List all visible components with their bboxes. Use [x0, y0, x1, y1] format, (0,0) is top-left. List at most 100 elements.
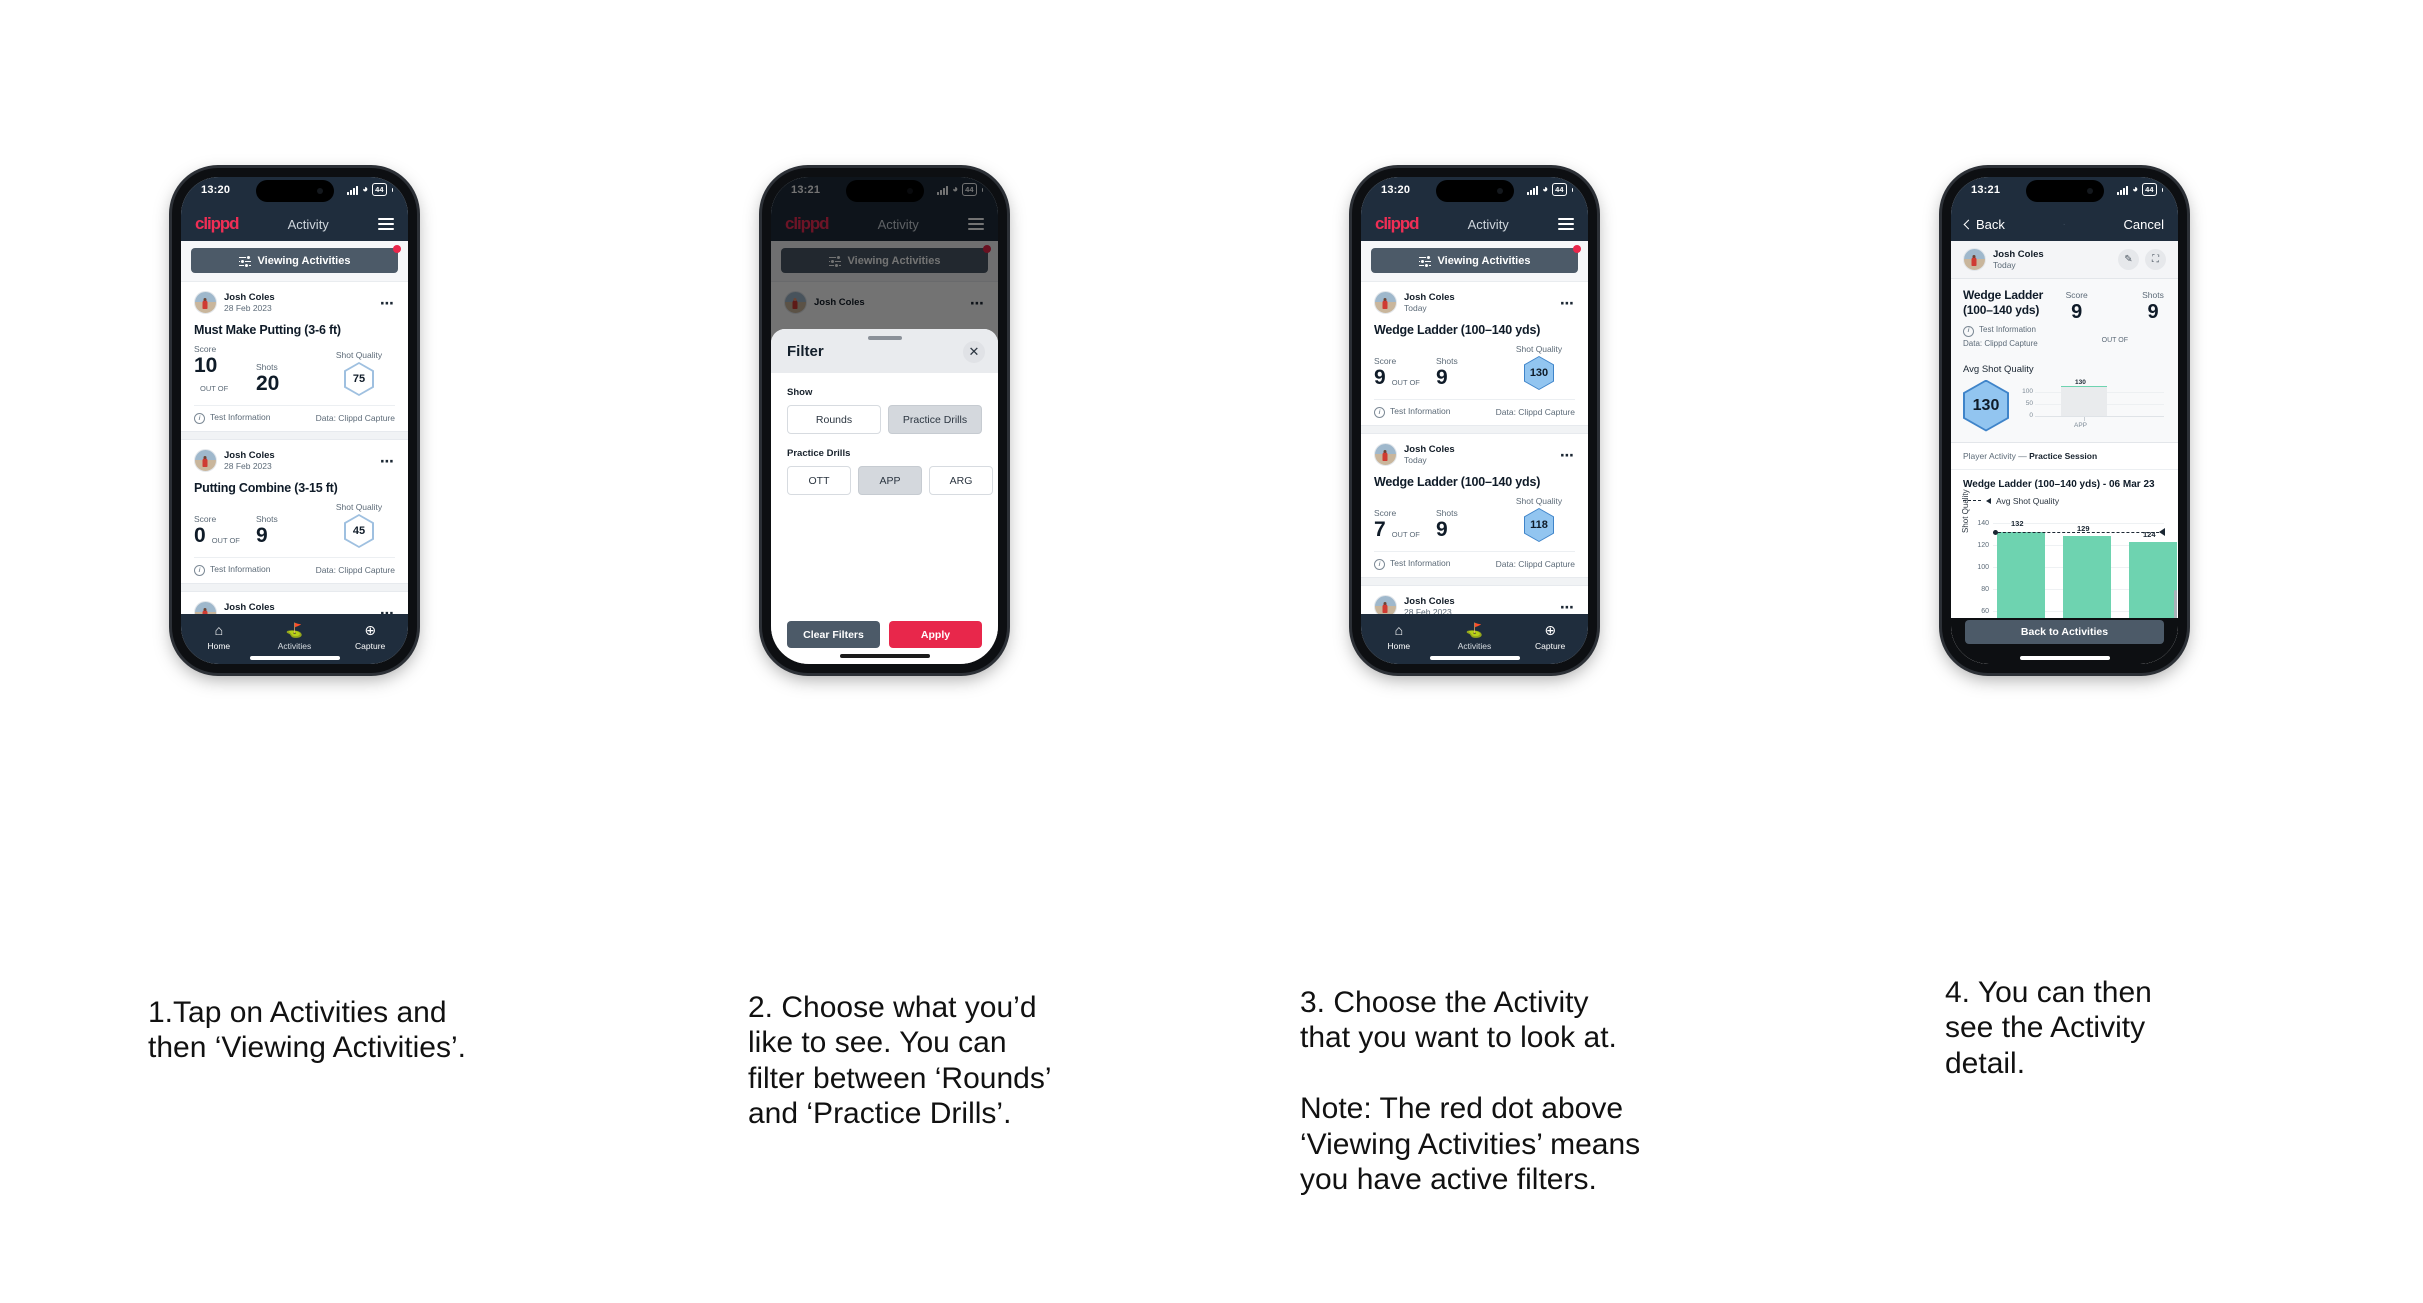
filter-option-practice-drills[interactable]: Practice Drills [888, 405, 982, 434]
avg-quality-mini-chart: 100 50 0 130 APP [2019, 379, 2166, 432]
clippd-logo[interactable]: clippd [195, 214, 240, 234]
card-divider [181, 431, 408, 440]
hamburger-icon[interactable] [377, 218, 394, 230]
bottom-tab-bar: ⌂ Home ⛳ Activities ⊕ Capture [181, 614, 408, 664]
filter-option-rounds[interactable]: Rounds [787, 405, 881, 434]
player-info: Josh Coles Today [1963, 248, 2044, 271]
activity-list[interactable]: Josh Coles Today ⋯ Wedge Ladder (100–140… [1361, 282, 1588, 614]
tab-activities[interactable]: ⛳ Activities [1437, 622, 1513, 651]
drag-handle[interactable] [867, 336, 902, 340]
shots-value: 9 [2147, 301, 2159, 323]
hamburger-icon[interactable] [1557, 218, 1574, 230]
more-options-icon[interactable]: ⋯ [1560, 448, 1575, 462]
filter-option-arg[interactable]: ARG [929, 466, 993, 495]
more-options-icon[interactable]: ⋯ [1560, 296, 1575, 310]
activity-title: Must Make Putting (3-6 ft) [194, 323, 341, 337]
expand-icon[interactable]: ⛶ [2145, 249, 2166, 270]
clear-filters-button[interactable]: Clear Filters [787, 621, 880, 648]
show-group-label: Show [787, 387, 813, 398]
phone-4-activity-detail: 13:21 ◕ 44 Back · Cancel Josh Coles Toda… [1942, 168, 2187, 673]
tab-capture[interactable]: ⊕ Capture [1512, 622, 1588, 651]
shot-quality-value: 130 [1525, 357, 1553, 389]
activity-list[interactable]: Josh Coles 28 Feb 2023 ⋯ Must Make Putti… [181, 282, 408, 614]
tab-capture[interactable]: ⊕ Capture [332, 622, 408, 651]
activity-date: 28 Feb 2023 [1404, 606, 1452, 615]
close-icon[interactable]: ✕ [963, 341, 985, 363]
card-divider [1361, 577, 1588, 586]
more-options-icon[interactable]: ⋯ [1560, 600, 1575, 614]
chevron-left-icon [1963, 219, 1974, 229]
caption-step-4: 4. You can then see the Activity detail. [1945, 976, 2152, 1080]
viewing-activities-button[interactable]: Viewing Activities [191, 248, 398, 273]
info-icon: i [1374, 407, 1385, 418]
activity-card[interactable]: Josh Coles Today ⋯ Wedge Ladder (100–140… [1361, 282, 1588, 425]
ytick-80: 80 [1981, 585, 1989, 593]
battery-icon: 44 [2142, 183, 2157, 196]
phone-3-filtered-activities: 13:20 ◕ 44 clippd Activity Viewing Activ… [1352, 168, 1597, 673]
filter-option-app[interactable]: APP [858, 466, 922, 495]
activity-card-partial[interactable]: Josh Coles 28 Feb 2023 ⋯ [181, 592, 408, 614]
activity-card[interactable]: Josh Coles 28 Feb 2023 ⋯ Putting Combine… [181, 440, 408, 583]
detail-data-source: Data: Clippd Capture [1963, 338, 2038, 348]
card-header: Josh Coles Today ⋯ [1374, 443, 1575, 466]
wifi-icon: ◕ [362, 184, 369, 195]
bar-3-value: 124 [2143, 529, 2156, 539]
app-header: clippd Activity [181, 207, 408, 241]
test-information[interactable]: i Test Information [1374, 558, 1450, 570]
chart-legend: Avg Shot Quality [1963, 496, 2166, 506]
avg-shot-quality-section: Avg Shot Quality 130 100 50 0 130 APP [1951, 359, 2178, 443]
screen-4: 13:21 ◕ 44 Back · Cancel Josh Coles Toda… [1951, 177, 2178, 664]
filter-option-ott[interactable]: OTT [787, 466, 851, 495]
score-value: 9 [2071, 301, 2083, 323]
screen-1: 13:20 ◕ 44 clippd Activity Viewing Activ… [181, 177, 408, 664]
shots-label: Shots [1436, 508, 1458, 518]
screen-3: 13:20 ◕ 44 clippd Activity Viewing Activ… [1361, 177, 1588, 664]
shot-quality-label: Shot Quality [1515, 496, 1563, 506]
more-options-icon[interactable]: ⋯ [380, 296, 395, 310]
phone-2-filter-sheet: 13:21 ◕ 44 clippd Activity Viewing Activ… [762, 168, 1007, 673]
test-information[interactable]: i Test Information [1374, 406, 1450, 418]
status-bar: 13:20 ◕ 44 [181, 177, 408, 207]
pencil-icon[interactable]: ✎ [2118, 249, 2139, 270]
apply-button[interactable]: Apply [889, 621, 982, 648]
viewing-activities-button[interactable]: Viewing Activities [1371, 248, 1578, 273]
bar-2-value: 129 [2077, 523, 2090, 533]
tab-home[interactable]: ⌂ Home [181, 622, 257, 651]
practice-drills-group-label: Practice Drills [787, 448, 851, 459]
out-of-label: OUT OF [1391, 378, 1420, 387]
shots-label: Shots [1436, 356, 1458, 366]
more-options-icon[interactable]: ⋯ [380, 454, 395, 468]
detail-test-information[interactable]: i Test Information [1963, 324, 2064, 337]
activity-card[interactable]: Josh Coles 28 Feb 2023 ⋯ Must Make Putti… [181, 282, 408, 431]
score-value: 0 [194, 524, 206, 547]
tab-activities[interactable]: ⛳ Activities [257, 622, 333, 651]
shots-label: Shots [256, 362, 278, 372]
card-divider [181, 583, 408, 592]
activity-card[interactable]: Josh Coles Today ⋯ Wedge Ladder (100–140… [1361, 434, 1588, 577]
detail-score: Score 9 [2064, 290, 2090, 324]
test-information[interactable]: i Test Information [194, 412, 270, 424]
out-of-label: OUT OF [211, 536, 240, 545]
test-information[interactable]: i Test Information [194, 564, 270, 576]
golf-flag-icon: ⛳ [1465, 621, 1484, 638]
nav-center-dot: · [2062, 218, 2066, 230]
player-info: Josh Coles 28 Feb 2023 [1374, 595, 1455, 614]
card-header: Josh Coles 28 Feb 2023 ⋯ [194, 449, 395, 472]
back-button[interactable]: Back [1963, 217, 2005, 232]
clippd-logo[interactable]: clippd [1375, 214, 1420, 234]
home-icon: ⌂ [214, 621, 224, 638]
avatar [1374, 595, 1397, 614]
activity-card-partial[interactable]: Josh Coles 28 Feb 2023 ⋯ [1361, 586, 1588, 614]
data-source-label: Data: Clippd Capture [1495, 407, 1575, 417]
cancel-button[interactable]: Cancel [2124, 217, 2164, 232]
cellular-signal-icon [2117, 185, 2129, 195]
card-header: Josh Coles 28 Feb 2023 ⋯ [194, 291, 395, 314]
card-header: Josh Coles Today ⋯ [1374, 291, 1575, 314]
activity-date: Today [1993, 259, 2016, 270]
player-info: Josh Coles 28 Feb 2023 [194, 449, 275, 472]
score-label: Score [1374, 508, 1397, 518]
tab-home[interactable]: ⌂ Home [1361, 622, 1437, 651]
back-to-activities-button[interactable]: Back to Activities [1964, 620, 2165, 644]
player-name: Josh Coles [224, 291, 275, 303]
home-indicator [1429, 656, 1520, 660]
